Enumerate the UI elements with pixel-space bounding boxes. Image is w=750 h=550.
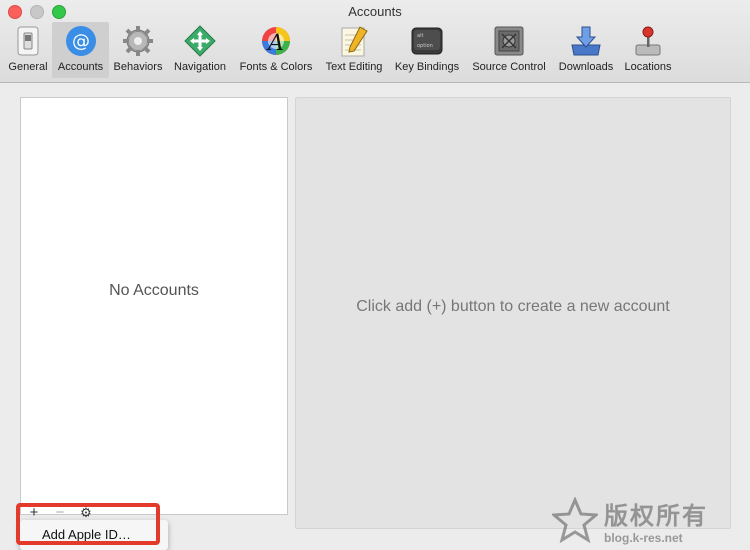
- switch-icon: [17, 26, 39, 56]
- tab-general[interactable]: General: [4, 22, 52, 78]
- account-detail-pane: Click add (+) button to create a new acc…: [295, 97, 731, 529]
- tab-locations-label: Locations: [624, 61, 672, 73]
- keyboard-key-icon: alt option: [411, 27, 443, 55]
- annotation-highlight-box: [16, 503, 160, 545]
- tab-navigation-label: Navigation: [174, 61, 226, 73]
- tab-behaviors-label: Behaviors: [113, 61, 163, 73]
- tab-fonts-colors[interactable]: A Fonts & Colors: [233, 22, 319, 78]
- svg-text:A: A: [266, 31, 284, 56]
- tab-source-control[interactable]: Source Control: [465, 22, 553, 78]
- svg-text:alt: alt: [417, 33, 423, 39]
- add-account-hint: Click add (+) button to create a new acc…: [356, 298, 670, 315]
- tab-general-label: General: [8, 61, 48, 73]
- tab-accounts[interactable]: @ Accounts: [52, 22, 109, 78]
- pencil-notepad-icon: [341, 26, 368, 57]
- watermark: 版权所有 blog.k-res.net: [552, 494, 742, 546]
- tab-text-editing-label: Text Editing: [325, 61, 383, 73]
- tab-key-bindings-label: Key Bindings: [394, 61, 460, 73]
- navigation-arrows-icon: [184, 25, 216, 57]
- watermark-url: blog.k-res.net: [604, 530, 683, 545]
- svg-text:@: @: [72, 31, 90, 52]
- no-accounts-label: No Accounts: [109, 282, 199, 299]
- download-tray-icon: [571, 26, 601, 56]
- window-title: Accounts: [348, 4, 402, 19]
- joystick-icon: [635, 26, 661, 56]
- font-color-wheel-icon: A: [262, 27, 290, 56]
- tab-source-control-label: Source Control: [472, 61, 546, 73]
- tab-navigation[interactable]: Navigation: [167, 22, 233, 78]
- tab-text-editing[interactable]: Text Editing: [319, 22, 389, 78]
- title-bar: Accounts General @ Accounts Behaviors Na…: [0, 0, 750, 83]
- tab-downloads-label: Downloads: [558, 61, 614, 73]
- tab-locations[interactable]: Locations: [619, 22, 677, 78]
- preferences-toolbar: General @ Accounts Behaviors Navigation …: [4, 22, 677, 78]
- svg-text:option: option: [417, 43, 433, 49]
- watermark-text: 版权所有: [604, 502, 708, 530]
- star-icon: [552, 497, 598, 543]
- gear-icon: [123, 26, 153, 56]
- accounts-content: No Accounts Click add (+) button to crea…: [0, 83, 750, 550]
- accounts-list[interactable]: No Accounts: [20, 97, 288, 515]
- tab-behaviors[interactable]: Behaviors: [109, 22, 167, 78]
- tab-downloads[interactable]: Downloads: [553, 22, 619, 78]
- at-sign-icon: @: [65, 26, 96, 56]
- vault-icon: [494, 26, 524, 56]
- tab-fonts-colors-label: Fonts & Colors: [239, 61, 313, 73]
- tab-accounts-label: Accounts: [57, 61, 104, 73]
- tab-key-bindings[interactable]: alt option Key Bindings: [389, 22, 465, 78]
